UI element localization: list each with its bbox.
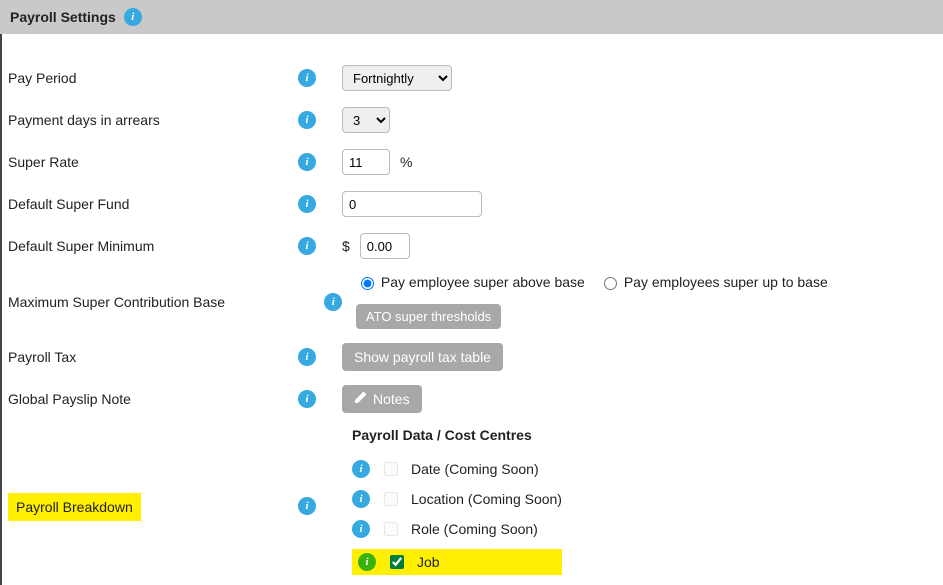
row-payslip-note: Global Payslip Note i Notes — [8, 385, 943, 413]
cc-row-date: i Date (Coming Soon) — [352, 459, 562, 479]
ato-thresholds-button[interactable]: ATO super thresholds — [356, 304, 501, 329]
cc-role-checkbox — [384, 522, 398, 536]
radio-up-to-base-label: Pay employees super up to base — [624, 274, 828, 290]
arrears-select[interactable]: 3 — [342, 107, 390, 133]
info-icon[interactable]: i — [298, 69, 316, 87]
cc-row-location: i Location (Coming Soon) — [352, 489, 562, 509]
info-icon[interactable]: i — [324, 293, 342, 311]
cc-location-label: Location (Coming Soon) — [411, 491, 562, 507]
cc-row-job: i Job — [352, 549, 562, 575]
label-super-min: Default Super Minimum — [8, 238, 298, 254]
info-icon[interactable]: i — [352, 460, 370, 478]
super-fund-input[interactable] — [342, 191, 482, 217]
info-icon[interactable]: i — [298, 390, 316, 408]
percent-suffix: % — [400, 154, 412, 170]
cc-date-label: Date (Coming Soon) — [411, 461, 539, 477]
info-icon[interactable]: i — [298, 195, 316, 213]
row-super-rate: Super Rate i % — [8, 148, 943, 176]
super-min-input[interactable] — [360, 233, 410, 259]
cc-date-checkbox — [384, 462, 398, 476]
cc-job-checkbox[interactable] — [390, 555, 404, 569]
label-payslip-note: Global Payslip Note — [8, 391, 298, 407]
radio-above-base-label: Pay employee super above base — [381, 274, 585, 290]
settings-content: Pay Period i Fortnightly Payment days in… — [0, 34, 943, 585]
row-breakdown: Payroll Breakdown i Payroll Data / Cost … — [8, 427, 943, 575]
pay-period-select[interactable]: Fortnightly — [342, 65, 452, 91]
info-icon[interactable]: i — [298, 237, 316, 255]
radio-up-to-base[interactable]: Pay employees super up to base — [599, 274, 828, 290]
cc-job-label: Job — [417, 554, 440, 570]
info-icon[interactable]: i — [298, 348, 316, 366]
cost-centres-header: Payroll Data / Cost Centres — [352, 427, 562, 443]
info-icon[interactable]: i — [352, 520, 370, 538]
label-pay-period: Pay Period — [8, 70, 298, 86]
notes-button-label: Notes — [373, 391, 410, 407]
info-icon[interactable]: i — [352, 490, 370, 508]
row-super-fund: Default Super Fund i — [8, 190, 943, 218]
row-super-min: Default Super Minimum i $ — [8, 232, 943, 260]
label-super-fund: Default Super Fund — [8, 196, 298, 212]
label-super-rate: Super Rate — [8, 154, 298, 170]
cc-location-checkbox — [384, 492, 398, 506]
info-icon[interactable]: i — [298, 111, 316, 129]
cc-role-label: Role (Coming Soon) — [411, 521, 538, 537]
row-arrears: Payment days in arrears i 3 — [8, 106, 943, 134]
section-header: Payroll Settings i — [0, 0, 943, 34]
info-icon[interactable]: i — [298, 153, 316, 171]
row-max-base: Maximum Super Contribution Base i Pay em… — [8, 274, 943, 329]
edit-icon — [354, 391, 367, 407]
radio-above-base[interactable]: Pay employee super above base — [356, 274, 585, 290]
super-rate-input[interactable] — [342, 149, 390, 175]
cc-row-role: i Role (Coming Soon) — [352, 519, 562, 539]
radio-up-to-base-input[interactable] — [604, 277, 617, 290]
radio-above-base-input[interactable] — [361, 277, 374, 290]
notes-button[interactable]: Notes — [342, 385, 422, 413]
label-arrears: Payment days in arrears — [8, 112, 298, 128]
row-pay-period: Pay Period i Fortnightly — [8, 64, 943, 92]
info-icon[interactable]: i — [358, 553, 376, 571]
row-payroll-tax: Payroll Tax i Show payroll tax table — [8, 343, 943, 371]
label-max-base: Maximum Super Contribution Base — [8, 294, 324, 310]
dollar-prefix: $ — [342, 238, 350, 254]
label-payroll-tax: Payroll Tax — [8, 349, 298, 365]
payroll-tax-button[interactable]: Show payroll tax table — [342, 343, 503, 371]
label-breakdown: Payroll Breakdown — [8, 493, 141, 521]
page-title: Payroll Settings — [10, 9, 116, 25]
info-icon[interactable]: i — [124, 8, 142, 26]
info-icon[interactable]: i — [298, 497, 316, 515]
